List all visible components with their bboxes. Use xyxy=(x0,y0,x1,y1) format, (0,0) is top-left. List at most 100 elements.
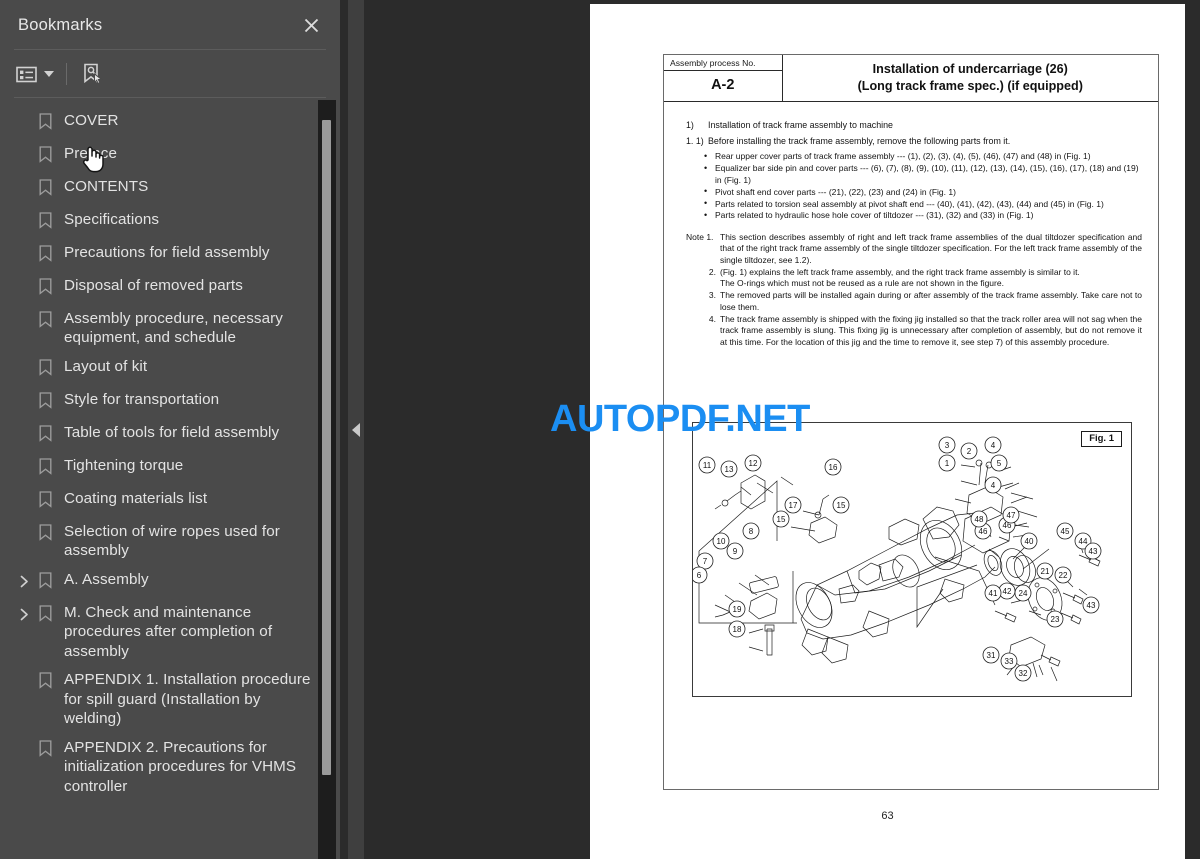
callout-number: 21 xyxy=(1041,567,1050,576)
collapse-left-triangle-icon[interactable] xyxy=(352,422,360,437)
bookmark-item[interactable]: Selection of wire ropes used for assembl… xyxy=(0,517,340,565)
bookmark-label: APPENDIX 1. Installation procedure for s… xyxy=(64,671,311,727)
pdf-viewer-area: Assembly process No. Installation of und… xyxy=(340,0,1200,859)
bookmark-icon xyxy=(34,490,56,513)
bookmark-label: Table of tools for field assembly xyxy=(64,423,280,441)
step-number: 1. 1) xyxy=(686,136,704,147)
assembly-process-header-table: Assembly process No. Installation of und… xyxy=(664,55,1158,102)
callout-number: 10 xyxy=(717,537,726,546)
callout-number: 5 xyxy=(997,459,1002,468)
page-title-line1: Installation of undercarriage (26) xyxy=(872,62,1068,77)
bookmark-icon xyxy=(34,277,56,300)
section-heading-row: 1) Installation of track frame assembly … xyxy=(686,119,1142,131)
pdf-page: Assembly process No. Installation of und… xyxy=(590,4,1185,859)
bookmark-item[interactable]: M. Check and maintenance procedures afte… xyxy=(0,598,340,666)
bookmark-label: COVER xyxy=(64,111,119,129)
bookmark-icon xyxy=(34,244,56,267)
figure-label: Fig. 1 xyxy=(1081,431,1122,447)
bullet-item: Pivot shaft end cover parts --- (21), (2… xyxy=(704,186,1142,198)
callout-number: 18 xyxy=(733,625,742,634)
pdf-viewer-app: Bookmarks COVER Preface CONTENTS Specifi… xyxy=(0,0,1200,859)
callout-number: 15 xyxy=(837,501,846,510)
section-number: 1) xyxy=(686,120,694,130)
bookmark-item[interactable]: A. Assembly xyxy=(0,565,340,598)
bookmark-item[interactable]: Disposal of removed parts xyxy=(0,271,340,304)
bookmark-item[interactable]: COVER xyxy=(0,106,340,139)
bookmark-label: Disposal of removed parts xyxy=(64,276,243,294)
bookmark-item[interactable]: APPENDIX 2. Precautions for initializati… xyxy=(0,733,340,801)
bookmark-icon xyxy=(34,145,56,168)
process-no-value: A-2 xyxy=(664,70,783,102)
note-label: 4. xyxy=(708,313,716,324)
callout-number: 4 xyxy=(991,441,996,450)
bookmark-icon xyxy=(34,391,56,414)
bookmark-item[interactable]: Style for transportation xyxy=(0,385,340,418)
note-row: 3. The removed parts will be installed ag… xyxy=(686,290,1142,313)
document-body: 1) Installation of track frame assembly … xyxy=(664,119,1158,348)
callout-number: 11 xyxy=(703,461,712,470)
step-row: 1. 1) Before installing the track frame … xyxy=(686,135,1142,147)
callout-number: 15 xyxy=(777,515,786,524)
bookmark-item[interactable]: APPENDIX 1. Installation procedure for s… xyxy=(0,666,340,734)
bookmark-item[interactable]: Specifications xyxy=(0,205,340,238)
bookmark-icon xyxy=(34,523,56,546)
note-text: (Fig. 1) explains the left track frame a… xyxy=(720,266,1080,277)
toolbar-divider xyxy=(66,63,67,85)
bookmark-list[interactable]: COVER Preface CONTENTS Specifications Precau… xyxy=(0,98,340,859)
callout-number: 45 xyxy=(1061,527,1070,536)
callout-number: 46 xyxy=(979,527,988,536)
note-label: Note 1. xyxy=(686,231,714,242)
note-row: Note 1. This section describes assembly o… xyxy=(686,232,1142,266)
note-row: The O-rings which must not be reused as … xyxy=(686,278,1142,289)
bookmark-icon xyxy=(34,358,56,381)
find-current-bookmark-icon[interactable] xyxy=(79,59,105,89)
callout-number: 43 xyxy=(1087,601,1096,610)
chevron-right-icon[interactable] xyxy=(14,571,34,593)
callout-number: 42 xyxy=(1003,587,1012,596)
sidebar-scrollbar-thumb[interactable] xyxy=(322,120,331,775)
note-text: The O-rings which must not be reused as … xyxy=(720,278,1004,289)
bookmark-label: Layout of kit xyxy=(64,357,148,375)
callout-number: 31 xyxy=(987,651,996,660)
chevron-right-icon[interactable] xyxy=(14,604,34,626)
list-options-icon[interactable] xyxy=(14,59,56,89)
callout-number: 32 xyxy=(1019,669,1028,678)
callout-number: 6 xyxy=(697,571,702,580)
bookmark-label: Preface xyxy=(64,144,118,162)
step-lead-text: Before installing the track frame assemb… xyxy=(708,136,1011,147)
callout-number: 7 xyxy=(703,557,708,566)
bookmark-item[interactable]: Assembly procedure, necessary equipment,… xyxy=(0,304,340,352)
removal-parts-bullet-list: Rear upper cover parts of track frame as… xyxy=(704,151,1142,222)
bookmark-label: APPENDIX 2. Precautions for initializati… xyxy=(64,738,297,795)
exploded-view-diagram: 2314541213118109761617151519182422232143… xyxy=(693,436,1102,682)
callout-number: 17 xyxy=(789,501,798,510)
bookmark-item[interactable]: CONTENTS xyxy=(0,172,340,205)
chevron-down-icon[interactable] xyxy=(44,71,54,77)
callout-number: 16 xyxy=(829,463,838,472)
bookmark-item[interactable]: Table of tools for field assembly xyxy=(0,418,340,451)
bullet-item: Parts related to hydraulic hose hole cov… xyxy=(704,210,1142,222)
callout-number: 2 xyxy=(967,447,972,456)
page-title: Installation of undercarriage (26) (Long… xyxy=(782,55,1158,102)
sidebar-collapse-handle[interactable] xyxy=(348,0,364,859)
bookmark-item[interactable]: Preface xyxy=(0,139,340,172)
callout-number: 33 xyxy=(1005,657,1014,666)
callout-number: 13 xyxy=(725,465,734,474)
bookmark-label: Assembly procedure, necessary equipment,… xyxy=(64,309,283,347)
panel-title: Bookmarks xyxy=(18,15,103,34)
callout-number: 40 xyxy=(1025,537,1034,546)
bookmark-label: Specifications xyxy=(64,210,160,228)
bookmark-item[interactable]: Tightening torque xyxy=(0,451,340,484)
bookmark-item[interactable]: Coating materials list xyxy=(0,484,340,517)
bookmark-label: M. Check and maintenance procedures afte… xyxy=(64,603,273,660)
close-icon[interactable] xyxy=(298,12,324,38)
bookmark-icon xyxy=(34,604,56,627)
bookmark-label: A. Assembly xyxy=(64,570,149,588)
bookmark-icon xyxy=(34,739,56,762)
bookmark-icon xyxy=(34,571,56,594)
bookmark-item[interactable]: Precautions for field assembly xyxy=(0,238,340,271)
note-label xyxy=(686,278,720,289)
note-text: The removed parts will be installed agai… xyxy=(720,290,1142,312)
callout-number: 19 xyxy=(733,605,742,614)
bookmark-item[interactable]: Layout of kit xyxy=(0,352,340,385)
